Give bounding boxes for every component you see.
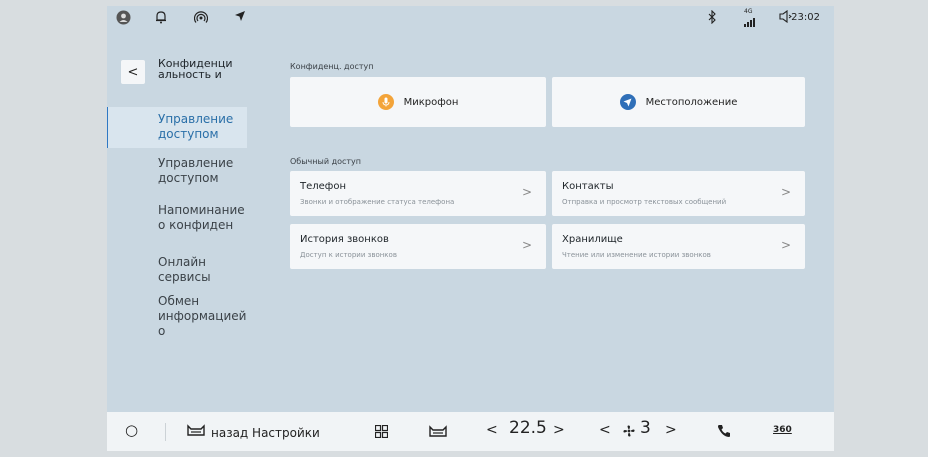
temperature-up-button[interactable]: > <box>553 422 565 438</box>
location-icon <box>619 94 636 110</box>
card-title: Контакты <box>562 181 614 192</box>
clock: 23:02 <box>791 12 820 23</box>
divider <box>165 423 166 441</box>
fan-down-button[interactable]: < <box>599 422 611 438</box>
network-label: 4G <box>744 8 753 15</box>
home-button[interactable]: ○ <box>125 422 138 438</box>
chevron-right-icon: > <box>780 185 791 199</box>
fan-up-button[interactable]: > <box>665 422 677 438</box>
sidebar-item-access-control-2[interactable]: Управление доступом <box>107 156 247 186</box>
car-seat-icon[interactable] <box>429 425 447 442</box>
microphone-icon <box>377 94 394 110</box>
screen: 4G 23:02 < Конфиденци альность и Управле… <box>107 6 834 451</box>
temperature-value: 22.5 <box>509 418 547 438</box>
location-card[interactable]: Местоположение <box>552 77 805 127</box>
chevron-right-icon: > <box>780 238 791 252</box>
chevron-right-icon: > <box>521 185 532 199</box>
fan-icon <box>623 425 635 441</box>
cellular-signal-icon: 4G <box>744 8 756 31</box>
view-360-button[interactable]: 360 <box>773 422 792 438</box>
sidebar-item-access-control[interactable]: Управление доступом <box>107 107 247 148</box>
sidebar-item-label: Онлайн сервисы <box>158 255 211 284</box>
sidebar-item-label: Напоминание о конфиден <box>158 203 245 232</box>
car-seat-icon <box>187 424 205 441</box>
taskbar: ○ назад Настройки < 22.5 > < 3 > 360 <box>107 412 834 451</box>
chevron-right-icon: > <box>521 238 532 252</box>
sidebar-item-privacy-reminder[interactable]: Напоминание о конфиден <box>107 203 247 233</box>
microphone-label: Микрофон <box>403 96 459 108</box>
private-access-label: Конфиденц. доступ <box>290 62 374 71</box>
contacts-card[interactable]: Контакты Отправка и просмотр текстовых с… <box>552 171 805 216</box>
sidebar-item-data-sharing[interactable]: Обмен информацией о <box>107 294 247 338</box>
back-chevron-icon: < <box>127 64 139 80</box>
signal-icon[interactable] <box>193 10 209 28</box>
card-subtitle: Отправка и просмотр текстовых сообщений <box>562 198 727 206</box>
sidebar-item-label: Управление доступом <box>158 112 234 141</box>
section-title: Конфиденци альность и <box>158 57 233 81</box>
sidebar-item-label: Управление доступом <box>158 156 234 185</box>
apps-grid-icon[interactable] <box>374 424 389 442</box>
normal-access-label: Обычный доступ <box>290 157 362 166</box>
back-to-settings-button[interactable]: назад Настройки <box>187 424 320 441</box>
card-subtitle: Звонки и отображение статуса телефона <box>300 198 455 206</box>
card-subtitle: Чтение или изменение истории звонков <box>562 251 711 259</box>
location-label: Местоположение <box>645 96 738 108</box>
back-button[interactable]: < <box>121 60 145 84</box>
sidebar-item-label: Обмен информацией о <box>158 294 247 338</box>
storage-card[interactable]: Хранилище Чтение или изменение истории з… <box>552 224 805 269</box>
card-title: Хранилище <box>562 234 623 245</box>
back-to-settings-label: назад Настройки <box>211 425 320 440</box>
microphone-card[interactable]: Микрофон <box>290 77 546 127</box>
status-bar: 4G 23:02 <box>107 6 834 32</box>
user-circle-icon[interactable] <box>116 10 131 29</box>
card-title: Телефон <box>300 181 347 192</box>
phone-card[interactable]: Телефон Звонки и отображение статуса тел… <box>290 171 546 216</box>
card-subtitle: Доступ к истории звонков <box>300 251 397 259</box>
bluetooth-icon[interactable] <box>707 9 717 28</box>
fan-level-value: 3 <box>640 418 651 438</box>
location-arrow-icon[interactable] <box>234 10 246 26</box>
sidebar-item-online-services[interactable]: Онлайн сервисы <box>107 255 247 284</box>
bell-icon[interactable] <box>155 10 167 28</box>
call-history-card[interactable]: История звонков Доступ к истории звонков… <box>290 224 546 269</box>
card-title: История звонков <box>300 234 389 245</box>
temperature-down-button[interactable]: < <box>486 422 498 438</box>
phone-icon[interactable] <box>717 424 731 442</box>
